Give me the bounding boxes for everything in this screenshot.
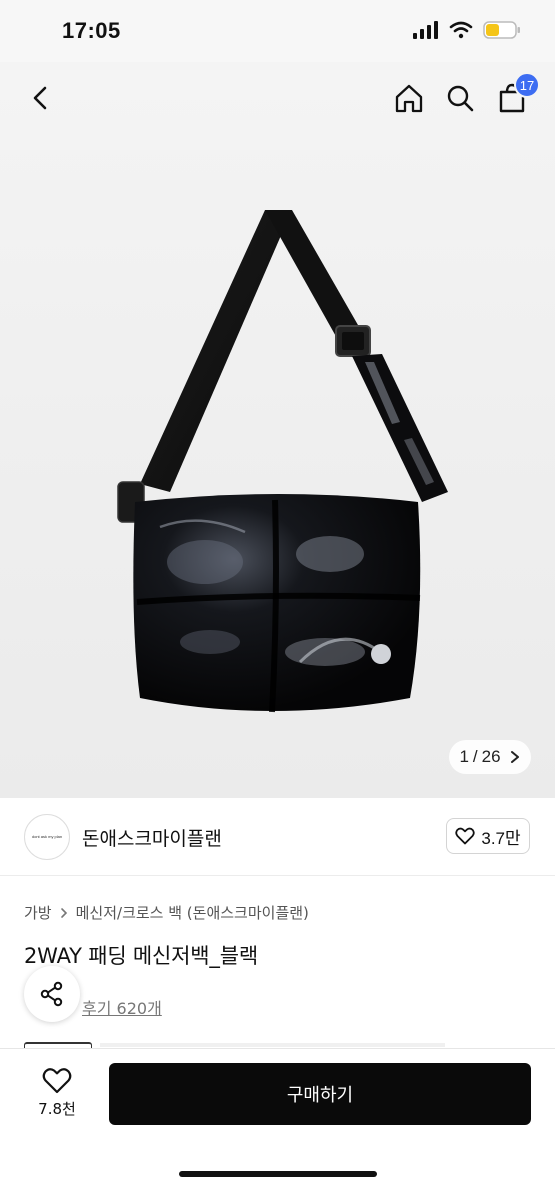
brand-logo-text: dont ask my plan: [31, 833, 63, 839]
brand-like-count: 3.7만: [481, 828, 521, 848]
chevron-left-icon: [33, 86, 47, 110]
home-indicator: [179, 1171, 377, 1177]
status-bar: 17:05: [0, 0, 555, 62]
share-button[interactable]: [24, 966, 80, 1022]
breadcrumb-subcategory[interactable]: 메신저/크로스 백 (돈애스크마이플랜): [76, 902, 309, 923]
cart-count-badge: 17: [514, 72, 540, 98]
status-icons: [413, 20, 521, 40]
brand-like-button[interactable]: 3.7만: [446, 818, 530, 854]
image-counter-total: 26: [481, 747, 501, 766]
breadcrumb: 가방 메신저/크로스 백 (돈애스크마이플랜): [24, 902, 309, 923]
home-icon: [395, 84, 423, 113]
breadcrumb-category[interactable]: 가방: [24, 902, 52, 923]
signal-icon: [413, 21, 438, 39]
status-time: 17:05: [62, 18, 121, 43]
image-counter-separator: /: [472, 747, 478, 766]
brand-name[interactable]: 돈애스크마이플랜: [82, 824, 222, 851]
brand-logo[interactable]: dont ask my plan: [24, 814, 70, 860]
battery-icon: [483, 21, 520, 39]
heart-icon: [42, 1068, 72, 1094]
search-icon: [447, 85, 474, 112]
wish-count: 7.8천: [38, 1100, 76, 1118]
chevron-right-icon: [60, 907, 67, 918]
cart-button[interactable]: 17: [492, 72, 540, 118]
review-link[interactable]: 후기 620개: [82, 995, 162, 1019]
chevron-right-icon: [510, 751, 519, 763]
image-counter-current: 1: [459, 747, 469, 766]
partial-divider: [100, 1043, 445, 1047]
brand-row: dont ask my plan 돈애스크마이플랜 3.7만: [0, 798, 555, 876]
home-button[interactable]: [389, 78, 429, 118]
share-icon: [40, 981, 63, 1007]
image-counter[interactable]: 1 / 26: [449, 740, 531, 774]
top-nav: 17: [0, 62, 555, 134]
heart-icon: [455, 827, 476, 845]
buy-button[interactable]: 구매하기: [109, 1063, 531, 1125]
wifi-icon: [449, 21, 473, 39]
wish-button[interactable]: 7.8천: [22, 1067, 92, 1127]
search-button[interactable]: [440, 78, 480, 118]
messenger-bag-photo: [117, 210, 448, 713]
product-image[interactable]: [0, 62, 555, 798]
back-button[interactable]: [21, 78, 61, 118]
product-title: 2WAY 패딩 메신저백_블랙: [24, 944, 258, 968]
bottom-action-bar: 7.8천 구매하기: [0, 1048, 555, 1200]
